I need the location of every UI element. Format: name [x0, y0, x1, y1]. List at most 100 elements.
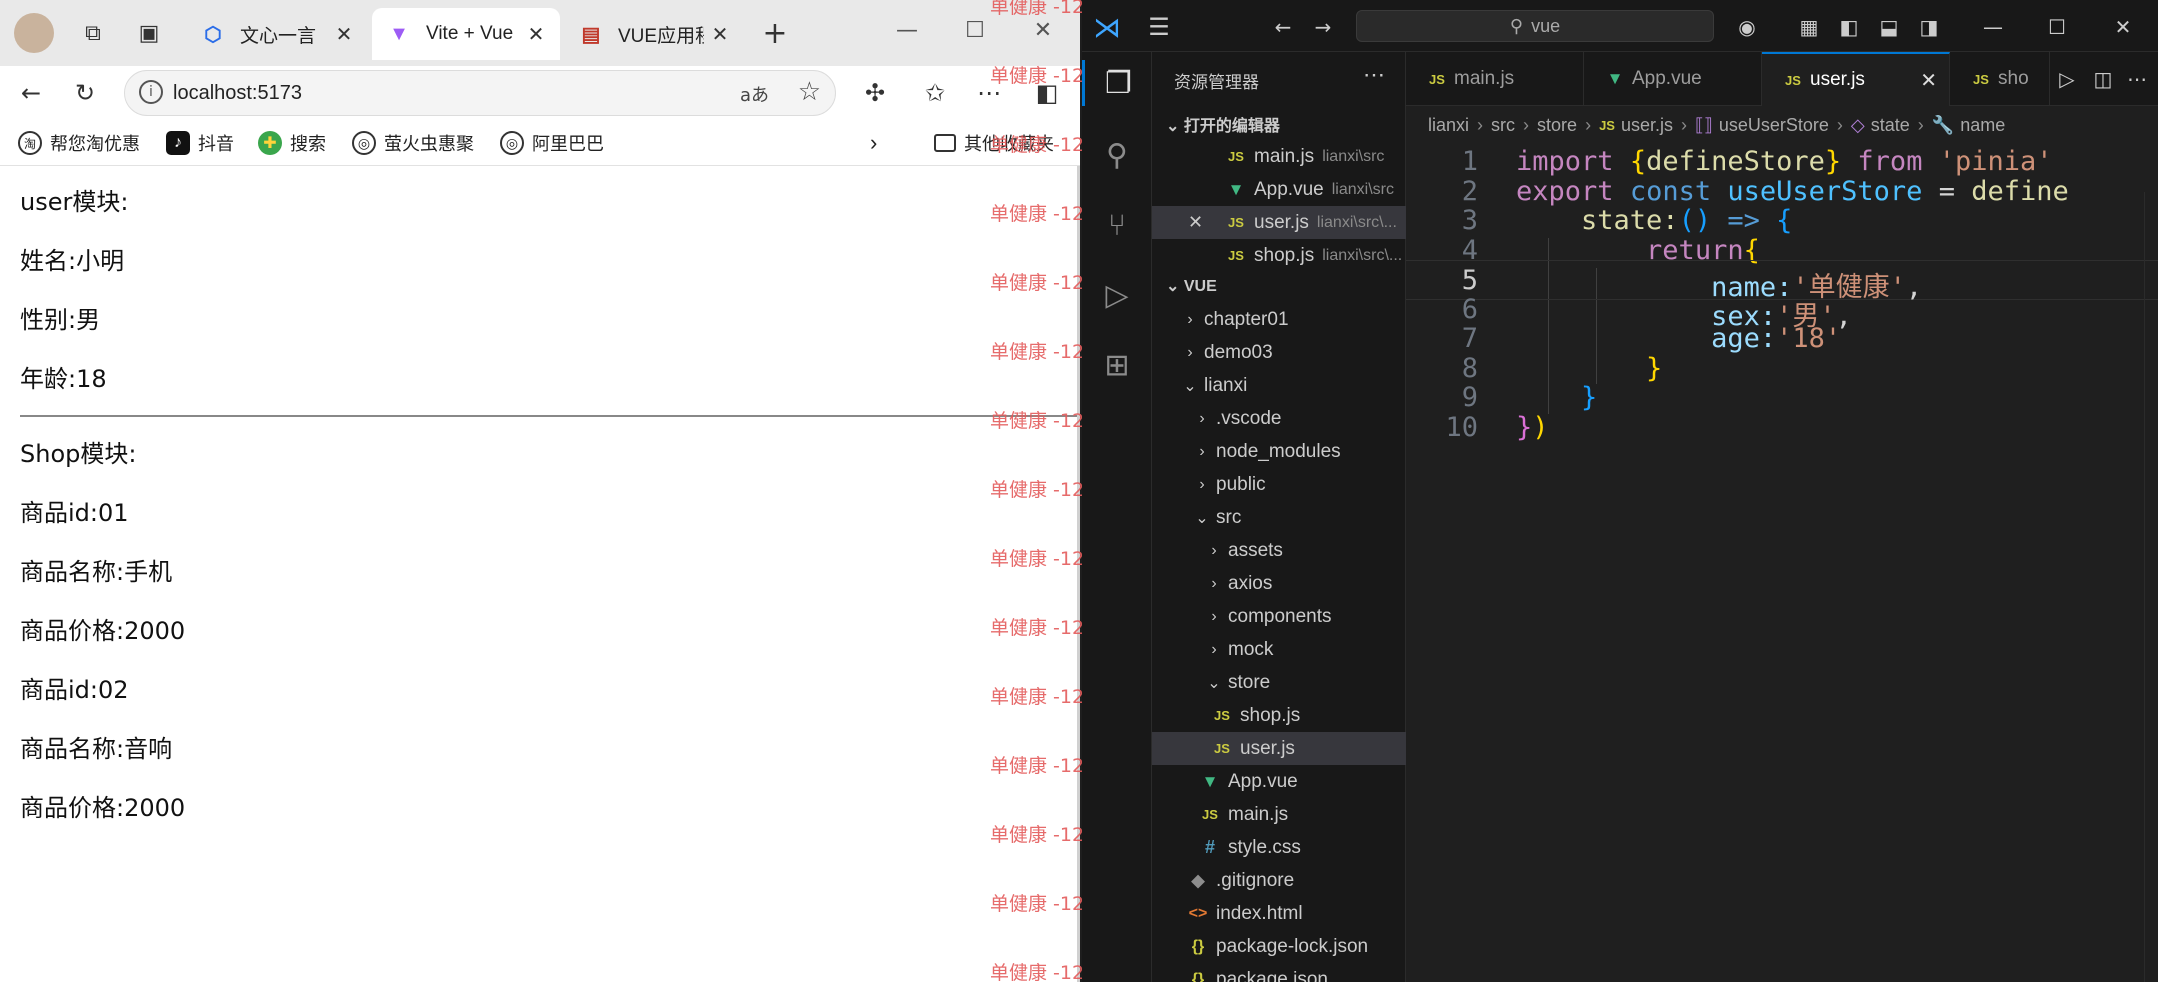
breadcrumb-item[interactable]: user.js [1621, 115, 1673, 136]
bookmark-label: 萤火虫惠聚 [384, 134, 474, 154]
browser-tab-vite[interactable]: ▼ Vite + Vue ✕ [372, 8, 560, 60]
copilot-icon[interactable]: ◉ [1732, 12, 1762, 42]
close-icon[interactable]: ✕ [522, 20, 550, 48]
close-icon[interactable]: ✕ [1920, 68, 1937, 93]
new-tab-icon[interactable]: + [758, 16, 792, 51]
item-price: 商品价格:2000 [20, 617, 186, 645]
breadcrumb-item[interactable]: src [1491, 115, 1515, 136]
tree-folder[interactable]: ⌄ store [1152, 666, 1406, 699]
property-icon: 🔧 [1931, 114, 1955, 135]
explorer-icon[interactable]: ❐ [1082, 60, 1152, 106]
chevron-right-icon: › [1523, 114, 1530, 135]
js-file-icon: JS [1429, 71, 1445, 87]
tree-folder[interactable]: › chapter01 [1152, 303, 1406, 336]
tree-file[interactable]: <> index.html [1152, 897, 1406, 930]
close-icon[interactable]: ✕ [1188, 212, 1222, 233]
editor-scrollbar[interactable] [2144, 192, 2158, 982]
code-line[interactable]: 10 }) [1406, 408, 2158, 448]
source-control-icon[interactable]: ⑂ [1094, 202, 1140, 248]
bookmark-item[interactable]: ✚ 搜索 [258, 130, 326, 156]
browser-tab-wenxin[interactable]: ⬡ 文心一言 ✕ [186, 8, 368, 60]
refresh-icon[interactable]: ↻ [68, 76, 102, 110]
more-actions-icon[interactable]: ⋯ [2122, 64, 2152, 94]
editor-tab-user-js[interactable]: JS user.js ✕ [1762, 52, 1950, 106]
breadcrumb-item[interactable]: store [1537, 115, 1577, 136]
open-editor-item[interactable]: ✕ JS user.js lianxi\src\... [1152, 206, 1406, 239]
breadcrumb-item[interactable]: useUserStore [1719, 115, 1829, 136]
open-editor-item[interactable]: JS main.js lianxi\src [1152, 140, 1406, 173]
minimize-icon[interactable]: — [882, 10, 932, 50]
toggle-secondary-sidebar-icon[interactable]: ◨ [1914, 12, 1944, 42]
tree-file[interactable]: {} package-lock.json [1152, 930, 1406, 963]
breadcrumb-item[interactable]: state [1871, 115, 1910, 136]
tree-folder[interactable]: › public [1152, 468, 1406, 501]
tree-folder[interactable]: › demo03 [1152, 336, 1406, 369]
tab-actions-icon[interactable]: ▣ [132, 16, 166, 50]
editor-tab-app-vue[interactable]: ▼ App.vue [1584, 52, 1762, 106]
file-path: lianxi\src\... [1316, 213, 1397, 231]
bookmark-item[interactable]: ♪ 抖音 [166, 130, 234, 156]
tree-folder[interactable]: › mock [1152, 633, 1406, 666]
toggle-sidebar-icon[interactable]: ◧ [1834, 12, 1864, 42]
extensions-icon[interactable]: ⊞ [1094, 342, 1140, 388]
tree-file-selected[interactable]: JS user.js [1152, 732, 1406, 765]
open-editor-item[interactable]: ▼ App.vue lianxi\src [1152, 173, 1406, 206]
tree-folder[interactable]: › node_modules [1152, 435, 1406, 468]
bookmark-item[interactable]: ◎ 萤火虫惠聚 [352, 130, 474, 156]
close-icon[interactable]: ✕ [330, 20, 358, 48]
url-text[interactable]: localhost:5173 [173, 82, 302, 105]
tree-file[interactable]: {} package.json [1152, 963, 1406, 982]
breadcrumb-item[interactable]: name [1960, 115, 2005, 136]
tree-file[interactable]: ◆ .gitignore [1152, 864, 1406, 897]
editor-tab-shop-js[interactable]: JS sho [1950, 52, 2050, 106]
folder-name: components [1228, 605, 1332, 627]
read-aloud-icon[interactable]: aあ [740, 81, 769, 107]
file-name: main.js [1228, 803, 1289, 825]
tree-folder[interactable]: › components [1152, 600, 1406, 633]
browser-tab-vue-app[interactable]: ▤ VUE应用程序 ✕ [564, 8, 744, 60]
tree-file[interactable]: JS shop.js [1152, 699, 1406, 732]
tree-file[interactable]: ▼ App.vue [1152, 765, 1406, 798]
favorite-star-icon[interactable]: ☆ [798, 77, 821, 107]
chevron-right-icon: › [1187, 343, 1193, 361]
breadcrumb-item[interactable]: lianxi [1428, 115, 1469, 136]
run-debug-icon[interactable]: ▷ [1094, 272, 1140, 318]
favorites-icon[interactable]: ✩ [918, 76, 952, 110]
more-actions-icon[interactable]: ⋯ [1363, 62, 1385, 88]
address-bar[interactable]: i localhost:5173 aあ ☆ [124, 70, 836, 116]
site-info-icon[interactable]: i [139, 80, 163, 104]
open-editors-header[interactable]: ⌄ 打开的编辑器 [1166, 112, 1280, 136]
file-name: App.vue [1254, 178, 1324, 200]
minimize-icon[interactable]: — [1978, 12, 2008, 42]
chevron-right-icon: › [1211, 640, 1217, 658]
nav-forward-icon[interactable]: → [1308, 12, 1338, 42]
menu-icon[interactable]: ☰ [1144, 12, 1174, 42]
tree-folder[interactable]: › axios [1152, 567, 1406, 600]
bookmark-item[interactable]: 淘 帮您淘优惠 [18, 130, 140, 156]
profile-avatar[interactable] [14, 13, 54, 53]
layout-icon[interactable]: ▦ [1794, 12, 1824, 42]
open-editor-item[interactable]: JS shop.js lianxi\src\... [1152, 239, 1406, 272]
tree-file[interactable]: # style.css [1152, 831, 1406, 864]
command-center-search[interactable]: ⚲ vue [1356, 10, 1714, 42]
nav-back-icon[interactable]: ← [1268, 12, 1298, 42]
back-icon[interactable]: ← [14, 76, 48, 110]
toggle-panel-icon[interactable]: ⬓ [1874, 12, 1904, 42]
workspaces-icon[interactable]: ⧉ [76, 16, 110, 50]
tree-file[interactable]: JS main.js [1152, 798, 1406, 831]
tree-folder[interactable]: › .vscode [1152, 402, 1406, 435]
editor-tab-main-js[interactable]: JS main.js [1406, 52, 1584, 106]
workspace-header[interactable]: ⌄ VUE [1166, 276, 1217, 296]
close-icon[interactable]: ✕ [706, 20, 734, 48]
split-editor-icon[interactable]: ◫ [2088, 64, 2118, 94]
tree-folder[interactable]: ⌄ src [1152, 501, 1406, 534]
bookmarks-overflow-icon[interactable]: › [870, 130, 877, 156]
maximize-icon[interactable]: ☐ [2042, 12, 2072, 42]
search-icon[interactable]: ⚲ [1094, 132, 1140, 178]
tree-folder[interactable]: › assets [1152, 534, 1406, 567]
extensions-icon[interactable]: ✣ [858, 76, 892, 110]
tree-folder[interactable]: ⌄ lianxi [1152, 369, 1406, 402]
run-icon[interactable]: ▷ [2052, 64, 2082, 94]
bookmark-item[interactable]: ◎ 阿里巴巴 [500, 130, 604, 156]
window-close-icon[interactable]: ✕ [2108, 12, 2138, 42]
